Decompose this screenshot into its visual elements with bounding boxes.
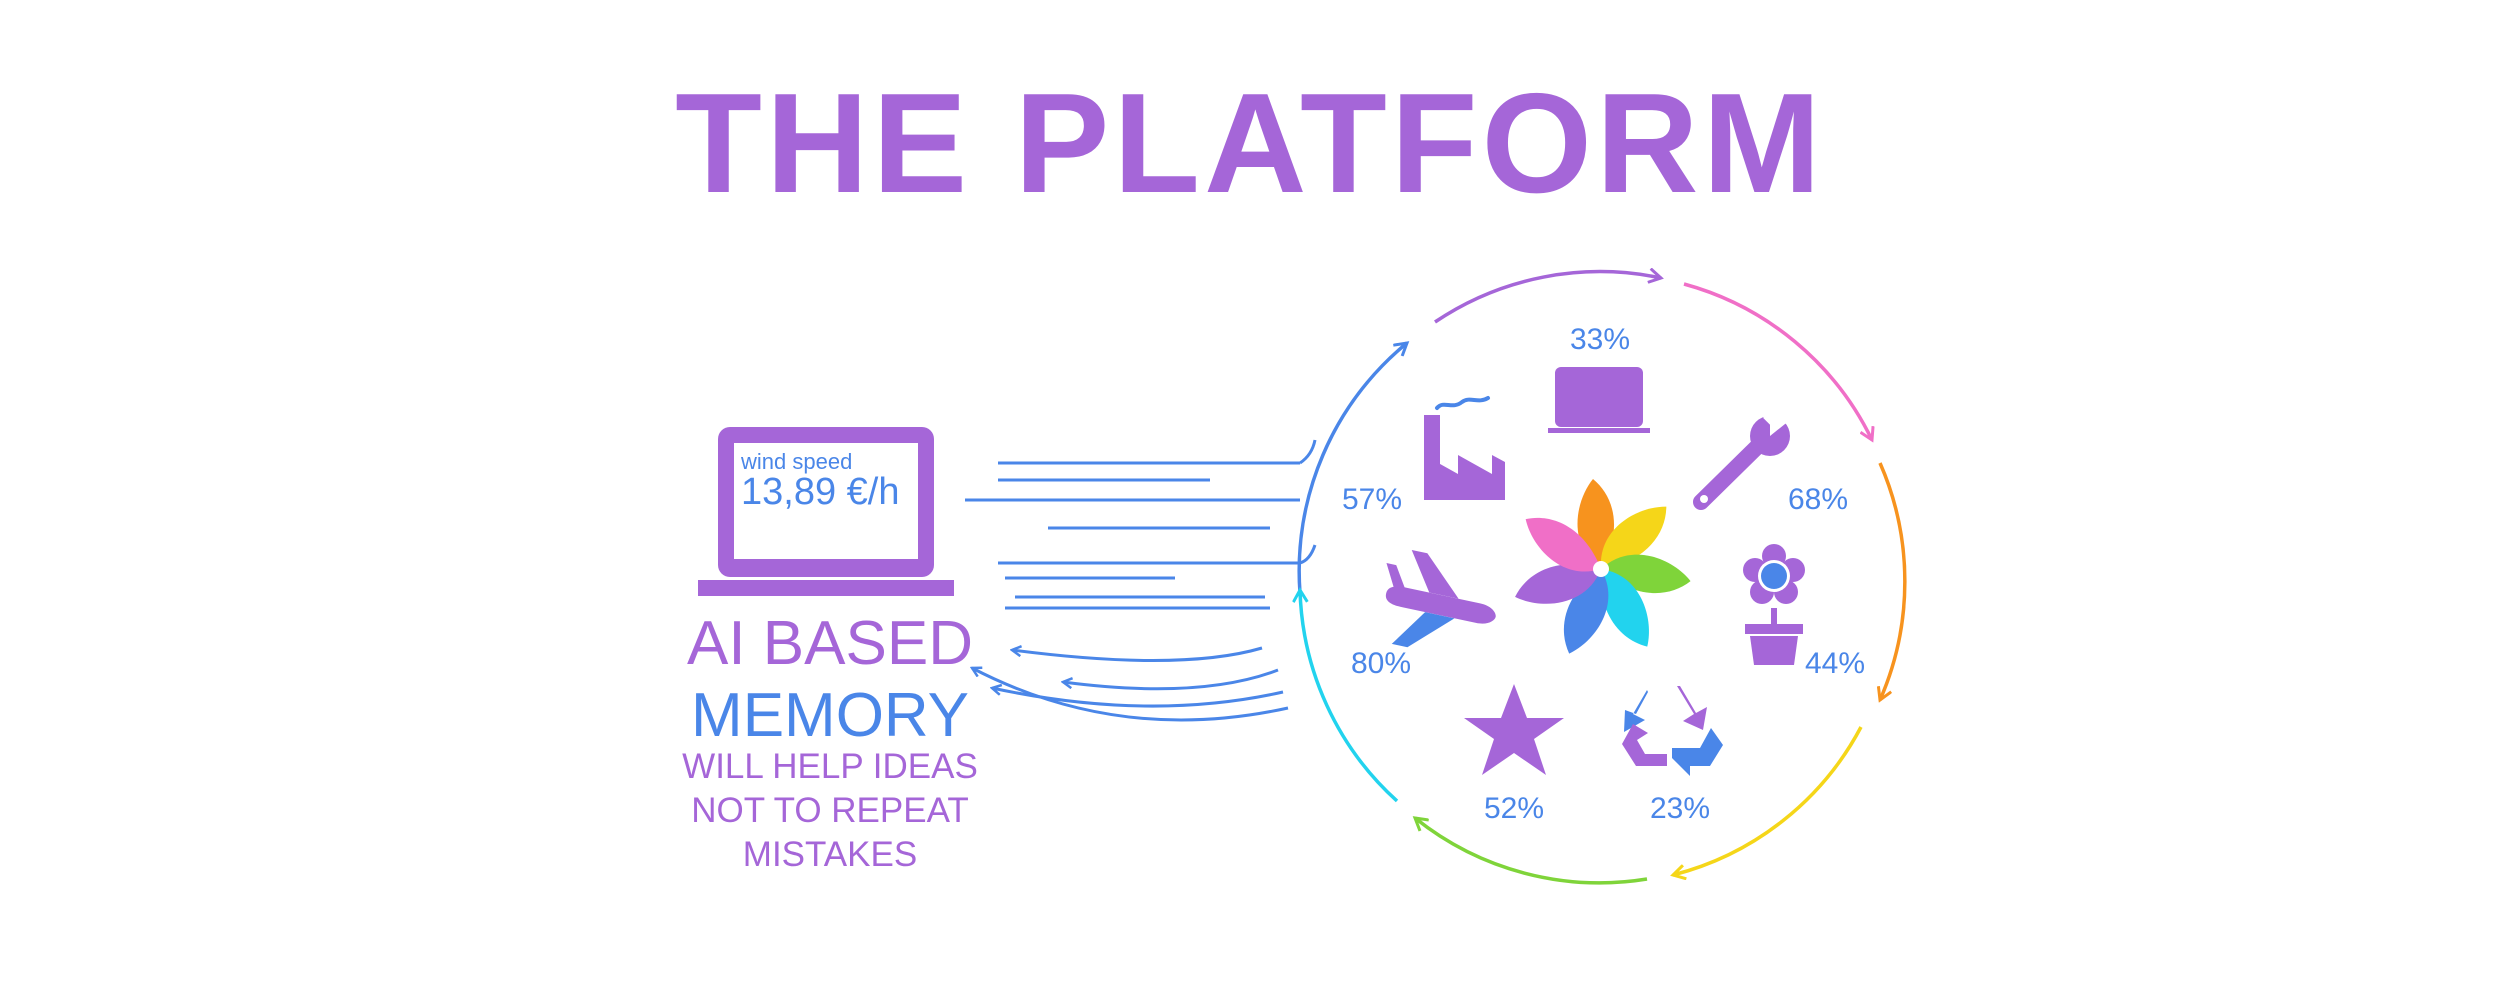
- memory-heading-line1: AI BASED: [687, 609, 973, 678]
- percent-flower: 44%: [1805, 647, 1866, 680]
- factory-icon: [1424, 396, 1505, 500]
- percent-factory: 57%: [1342, 483, 1403, 516]
- flower-pot-icon: [1743, 544, 1805, 665]
- memory-heading-line2: MEMORY: [691, 681, 969, 750]
- platform-diagram: THE PLATFORM wind speed 13,89 €/h AI BAS…: [0, 0, 2500, 1000]
- memory-subtitle: WILL HELP IDEAS NOT TO REPEAT MISTAKES: [630, 745, 1030, 877]
- laptop-icon: [1548, 367, 1650, 433]
- wrench-icon: [1693, 405, 1795, 510]
- memory-subtitle-line3: MISTAKES: [742, 835, 918, 874]
- pinwheel-icon: [1515, 479, 1691, 654]
- star-icon: [1464, 684, 1564, 775]
- memory-subtitle-line2: NOT TO REPEAT: [691, 791, 969, 830]
- percent-airplane: 80%: [1351, 647, 1412, 680]
- percent-star: 52%: [1484, 792, 1545, 825]
- diagram-graphics: [698, 0, 1907, 885]
- percent-laptop: 33%: [1570, 323, 1631, 356]
- percent-wrench: 68%: [1788, 483, 1849, 516]
- screen-value: 13,89 €/h: [741, 471, 900, 513]
- recycle-icon: [1622, 686, 1723, 776]
- memory-subtitle-line1: WILL HELP IDEAS: [682, 747, 978, 786]
- percent-recycle: 23%: [1650, 792, 1711, 825]
- data-lines: [965, 439, 1317, 610]
